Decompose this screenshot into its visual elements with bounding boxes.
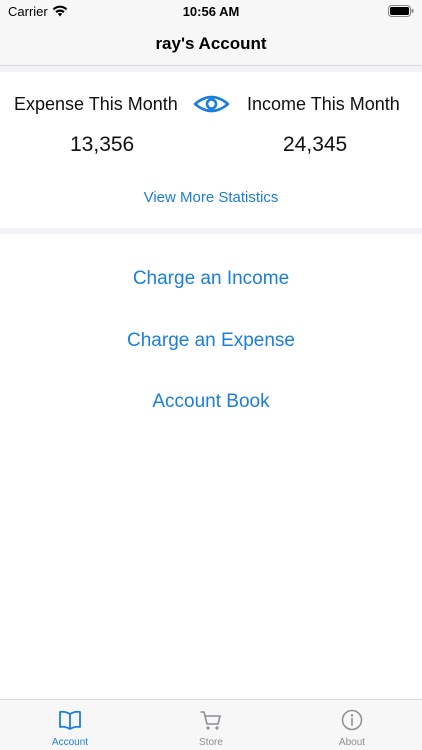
eye-icon[interactable] bbox=[193, 94, 230, 114]
tab-label: Account bbox=[51, 737, 89, 748]
tab-bar: Account Store About bbox=[0, 699, 422, 750]
cart-icon bbox=[200, 711, 221, 730]
tab-label: Store bbox=[199, 737, 223, 748]
tab-about[interactable]: About bbox=[282, 700, 422, 750]
info-icon bbox=[341, 709, 363, 731]
charge-expense-button[interactable]: Charge an Expense bbox=[0, 330, 422, 352]
monthly-summary: Expense This Month Income This Month 13,… bbox=[0, 72, 422, 228]
page-title: ray's Account bbox=[155, 34, 267, 53]
status-bar: Carrier 10:56 AM bbox=[0, 0, 422, 22]
charge-income-button[interactable]: Charge an Income bbox=[0, 268, 422, 290]
book-icon bbox=[59, 710, 81, 730]
view-more-statistics-button[interactable]: View More Statistics bbox=[0, 189, 422, 206]
tab-label: About bbox=[338, 737, 366, 748]
income-value: 24,345 bbox=[283, 133, 348, 156]
battery-icon bbox=[388, 5, 414, 17]
expense-value: 13,356 bbox=[70, 133, 135, 156]
tab-store[interactable]: Store bbox=[141, 700, 281, 750]
navigation-bar: ray's Account bbox=[0, 22, 422, 66]
expense-label: Expense This Month bbox=[14, 94, 178, 114]
income-label: Income This Month bbox=[247, 94, 400, 114]
tab-account[interactable]: Account bbox=[0, 700, 140, 750]
status-time: 10:56 AM bbox=[182, 4, 240, 19]
separator-band bbox=[0, 228, 422, 234]
account-book-button[interactable]: Account Book bbox=[0, 391, 422, 413]
app-screen: Carrier 10:56 AM ray's Account Expense T… bbox=[0, 0, 422, 750]
